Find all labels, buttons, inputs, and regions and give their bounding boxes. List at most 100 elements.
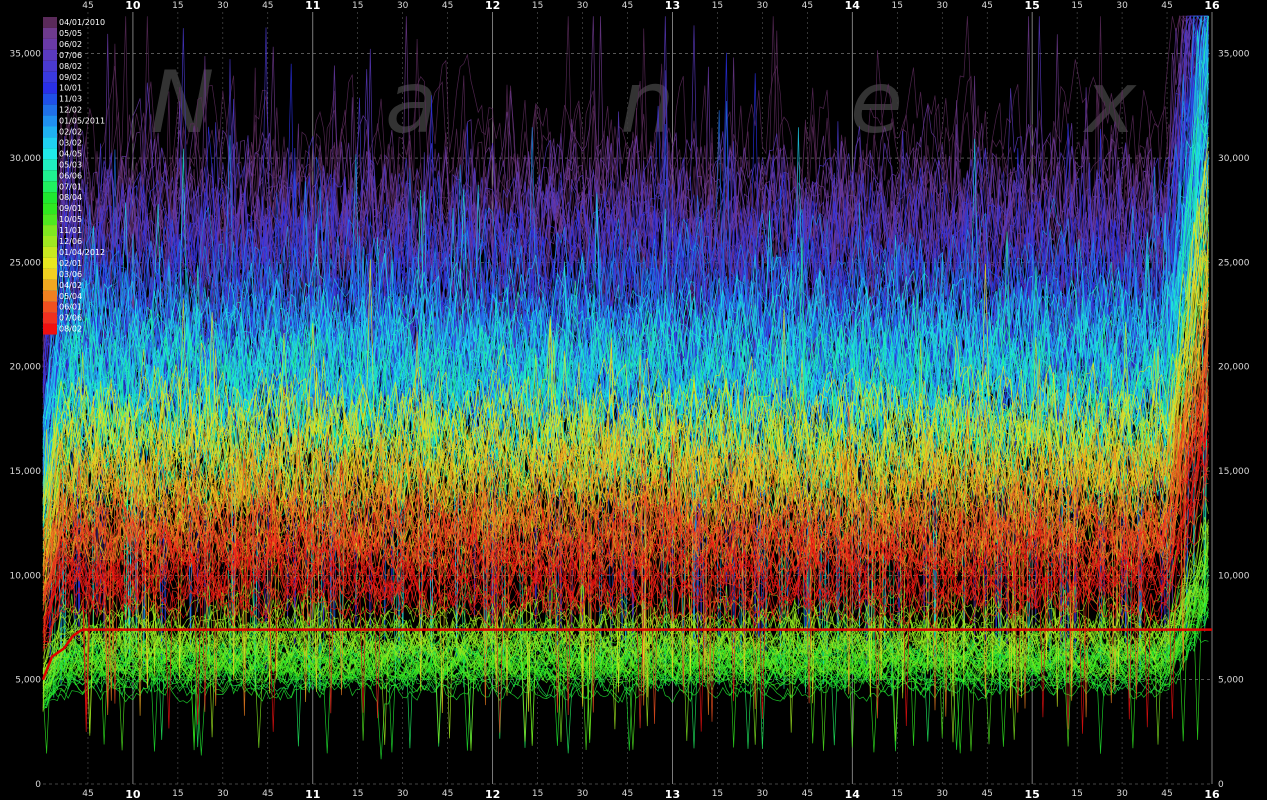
y-tick-label-left: 30,000 [10,154,42,164]
legend-label: 08/02 [59,325,82,334]
x-tick-label-bottom: 45 [82,789,93,799]
x-tick-label-bottom: 45 [1161,789,1172,799]
legend-label: 11/01 [59,226,82,235]
legend-swatch [43,312,57,324]
x-tick-label-top: 30 [937,1,949,11]
x-tick-label-bottom: 45 [442,789,453,799]
x-tick-label-top: 45 [981,1,992,11]
x-tick-label-top: 15 [1071,1,1082,11]
legend-label: 12/06 [59,237,82,246]
legend-swatch [43,17,57,28]
x-tick-label-top: 45 [442,1,453,11]
x-hour-label-bottom: 10 [125,788,141,800]
x-hour-label-bottom: 12 [485,788,500,800]
x-tick-label-bottom: 15 [1071,789,1082,799]
x-hour-label-bottom: 14 [845,788,861,800]
x-tick-label-top: 45 [622,1,633,11]
x-tick-label-bottom: 15 [712,789,723,799]
legend-swatch [43,159,57,171]
legend-swatch [43,38,57,50]
legend-label: 04/02 [59,281,82,290]
x-hour-label-top: 15 [1024,0,1039,12]
legend-swatch [43,203,57,215]
x-tick-label-bottom: 30 [217,789,229,799]
x-tick-label-top: 15 [352,1,363,11]
legend-swatch [43,115,57,127]
y-tick-label-right: 10,000 [1218,571,1250,581]
legend-swatch [43,71,57,83]
legend-swatch [43,257,57,269]
legend-label: 06/01 [59,303,82,312]
legend-label: 08/04 [59,193,82,202]
legend-swatch [43,181,57,193]
legend-label: 06/02 [59,40,82,49]
x-hour-label-top: 13 [665,0,680,12]
legend-swatch [43,214,57,226]
watermark-letter: a [385,53,438,153]
legend-label: 04/01/2010 [59,18,105,27]
legend-label: 01/04/2012 [59,248,105,257]
x-tick-label-top: 45 [1161,1,1172,11]
x-tick-label-bottom: 45 [802,789,813,799]
x-tick-label-top: 30 [217,1,229,11]
x-tick-label-bottom: 15 [532,789,543,799]
x-tick-label-bottom: 45 [262,789,273,799]
x-tick-label-bottom: 30 [1116,789,1128,799]
x-hour-label-top: 12 [485,0,500,12]
legend-label: 09/02 [59,73,82,82]
legend-swatch [43,137,57,149]
y-tick-label-right: 15,000 [1218,467,1250,477]
x-hour-label-bottom: 11 [305,788,320,800]
legend-swatch [43,323,57,335]
x-hour-label-bottom: 16 [1204,788,1220,800]
x-tick-label-top: 15 [172,1,183,11]
legend-label: 05/03 [59,160,82,169]
y-tick-label-left: 10,000 [10,571,42,581]
y-tick-label-left: 5,000 [15,676,41,686]
y-tick-label-left: 15,000 [10,467,42,477]
legend-label: 03/06 [59,270,82,279]
x-hour-label-top: 14 [845,0,861,12]
legend-label: 02/01 [59,259,82,268]
x-hour-label-top: 16 [1204,0,1220,12]
y-tick-label-left: 20,000 [10,363,42,373]
x-tick-label-bottom: 15 [892,789,903,799]
x-hour-label-bottom: 13 [665,788,680,800]
legend-label: 10/01 [59,84,82,93]
legend-swatch [43,279,57,291]
legend-swatch [43,268,57,280]
legend-label: 10/05 [59,215,82,224]
y-tick-label-left: 0 [35,780,41,790]
x-tick-label-bottom: 15 [352,789,363,799]
x-tick-label-top: 30 [577,1,589,11]
x-tick-label-bottom: 30 [577,789,589,799]
legend-swatch [43,236,57,247]
x-tick-label-top: 45 [82,1,93,11]
legend-label: 01/05/2011 [59,117,105,126]
legend-swatch [43,104,57,116]
legend-label: 09/01 [59,204,82,213]
legend-swatch [43,49,57,61]
legend-label: 06/06 [59,171,82,180]
legend-swatch [43,60,57,72]
x-tick-label-top: 15 [532,1,543,11]
x-hour-label-top: 11 [305,0,320,12]
legend-label: 03/02 [59,138,82,147]
x-hour-label-bottom: 15 [1024,788,1039,800]
x-tick-label-bottom: 30 [757,789,769,799]
legend-label: 04/05 [59,149,82,158]
x-tick-label-top: 45 [802,1,813,11]
legend-swatch [43,192,57,204]
x-tick-label-top: 30 [1116,1,1128,11]
legend-swatch [43,27,57,39]
y-tick-label-left: 25,000 [10,258,42,268]
legend-swatch [43,170,57,182]
legend-swatch [43,301,57,313]
x-tick-label-top: 30 [397,1,409,11]
chart: Nanex 0 05,000 5,00010,000 10,00015,000 15,0… [0,0,1267,800]
legend-label: 12/02 [59,106,82,115]
x-tick-label-bottom: 15 [172,789,183,799]
legend-swatch [43,82,57,94]
watermark-letter: x [1082,53,1137,153]
legend-label: 07/06 [59,314,82,323]
